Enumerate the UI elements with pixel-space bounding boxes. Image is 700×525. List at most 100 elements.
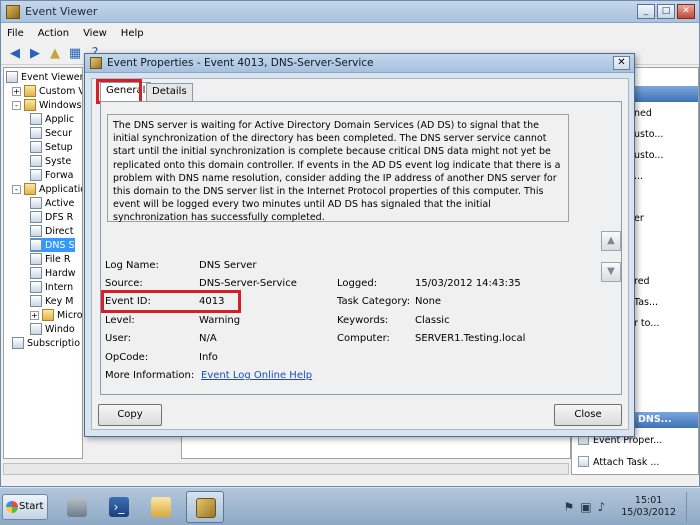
start-button[interactable]: Start [2,494,48,520]
logged-value: 15/03/2012 14:43:35 [415,278,521,289]
tree-item[interactable]: + Custom V [12,84,82,98]
back-arrow-icon[interactable]: ◀ [7,46,23,62]
tree-item[interactable]: + Micros [30,308,82,322]
tree-item[interactable]: Setup [30,140,73,154]
user-value: N/A [199,333,217,344]
collapse-minus-icon[interactable]: - [12,184,21,194]
tree-item[interactable]: Syste [30,154,71,168]
action-attach-task[interactable]: Attach Task ... [578,456,659,468]
tree-item[interactable]: Active [30,196,74,210]
tree-item[interactable]: Direct [30,224,73,238]
menu-file[interactable]: File [7,28,24,39]
log-icon [30,197,42,209]
tab-details[interactable]: Details [146,83,193,101]
clock[interactable]: 15:01 15/03/2012 [621,495,676,519]
action-item[interactable]: er [634,213,644,224]
up-folder-icon[interactable]: ▲ [47,46,63,62]
tree-item-label: Intern [45,281,74,293]
action-item[interactable]: usto... [634,150,663,161]
tree-item[interactable]: DFS R [30,210,73,224]
tree-item[interactable]: - Windows [12,98,81,112]
collapse-minus-icon[interactable]: - [12,100,21,110]
log-icon [30,267,42,279]
expand-plus-icon[interactable]: + [30,310,39,320]
tree-item-label: DNS S [45,239,75,251]
action-center-flag-icon[interactable]: ⚑ [563,500,574,514]
maximize-button[interactable]: □ [657,4,675,19]
dialog-title-bar[interactable]: Event Properties - Event 4013, DNS-Serve… [85,54,634,73]
tree-item[interactable]: File R [30,252,71,266]
folder-icon [24,183,36,195]
tree-item[interactable]: Intern [30,280,73,294]
clock-date: 15/03/2012 [621,507,676,518]
taskbar-server-manager[interactable] [58,491,96,523]
tree-item-label: Setup [45,141,73,153]
tree-item-label: Key M [45,295,74,307]
log-icon [30,169,42,181]
volume-muted-icon[interactable]: ♪ [598,500,606,514]
window-close-button[interactable]: ✕ [677,4,695,19]
log-icon [30,127,42,139]
taskbar-explorer[interactable] [142,491,180,523]
folder-icon [24,99,36,111]
tree-item[interactable]: Key M [30,294,73,308]
log-icon [30,225,42,237]
action-item[interactable]: Tas... [634,297,658,308]
task-icon [578,456,589,467]
tree-item-label: Syste [45,155,72,167]
action-item[interactable]: r to... [634,318,659,329]
tree-item[interactable]: Windo [30,322,75,336]
forward-arrow-icon[interactable]: ▶ [27,46,43,62]
dialog-title: Event Properties - Event 4013, DNS-Serve… [107,57,374,69]
menu-view[interactable]: View [83,28,107,39]
tree-item-label: Active [45,197,75,209]
dialog-close-button[interactable]: ✕ [613,56,630,70]
tree-item[interactable]: Event Viewer [6,70,83,84]
tree-item-label: Event Viewer [21,71,83,83]
tree-item[interactable]: Subscriptio [12,336,80,350]
tree-item[interactable]: DNS S [30,238,75,252]
log-icon [30,113,42,125]
log-icon [30,141,42,153]
clock-time: 15:01 [634,495,663,506]
windows-logo-icon [6,501,18,513]
log-icon [30,281,42,293]
action-item[interactable]: usto... [634,129,663,140]
event-id-highlight [101,290,241,313]
horizontal-scrollbar[interactable] [3,463,569,475]
tree-item[interactable]: Hardw [30,266,76,280]
tree-item-label: File R [45,253,71,265]
level-value: Warning [199,315,241,326]
console-tree-icon[interactable]: ▦ [67,46,83,62]
action-item[interactable]: ned [634,108,652,119]
powershell-icon: ›_ [109,497,129,517]
event-viewer-icon [6,71,18,83]
tree-item[interactable]: - Applicatio [12,182,83,196]
show-desktop-button[interactable] [686,492,696,522]
tree-item[interactable]: Forwa [30,168,73,182]
menu-action[interactable]: Action [38,28,69,39]
expand-plus-icon[interactable]: + [12,86,21,96]
taskbar-powershell[interactable]: ›_ [100,491,138,523]
copy-button[interactable]: Copy [98,404,162,426]
actions-header-label: DNS... [638,414,672,425]
title-bar[interactable]: Event Viewer _ □ ✕ [1,1,699,23]
server-manager-icon [67,497,87,517]
network-icon[interactable]: ▣ [580,500,591,514]
log-icon [30,323,42,335]
previous-event-button[interactable]: ▲ [601,231,621,251]
close-button[interactable]: Close [554,404,622,426]
tree-item-label: Applicatio [39,183,83,195]
next-event-button[interactable]: ▼ [601,262,621,282]
tree-item-label: Subscriptio [27,337,81,349]
tree-item[interactable]: Secur [30,126,72,140]
minimize-button[interactable]: _ [637,4,655,19]
action-item[interactable]: red [634,276,650,287]
event-log-online-help-link[interactable]: Event Log Online Help [201,370,312,381]
tree-item[interactable]: Applic [30,112,74,126]
tree-item-label: Direct [45,225,74,237]
menu-help[interactable]: Help [121,28,144,39]
action-item[interactable]: ... [634,171,643,182]
dialog-body: General Details The DNS server is waitin… [91,78,629,430]
taskbar-event-viewer[interactable] [186,491,224,523]
